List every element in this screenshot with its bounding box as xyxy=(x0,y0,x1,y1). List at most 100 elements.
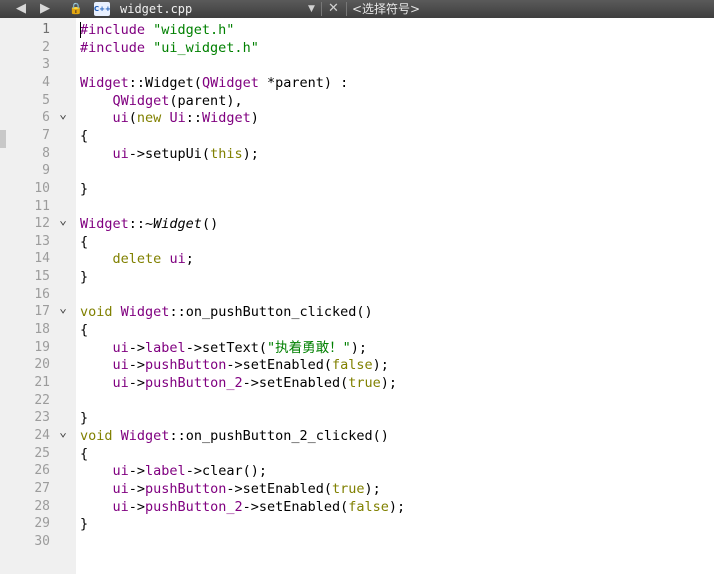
code-token: { xyxy=(80,127,89,144)
code-line[interactable]: ui(new Ui::Widget) xyxy=(80,109,259,127)
code-line[interactable]: Widget::Widget(QWidget *parent) : xyxy=(80,74,348,92)
code-line[interactable]: ui->label->setText("执着勇敢！"); xyxy=(80,339,367,357)
code-line[interactable]: ui->pushButton_2->setEnabled(false); xyxy=(80,498,406,516)
lock-icon[interactable]: 🔒 xyxy=(69,0,83,18)
code-token: ->setupUi( xyxy=(128,145,211,162)
code-token: } xyxy=(80,180,89,197)
code-line[interactable]: { xyxy=(80,321,88,339)
code-token: ->setEnabled( xyxy=(242,498,349,515)
code-line[interactable]: ui->pushButton_2->setEnabled(true); xyxy=(80,374,398,392)
code-token: pushButton_2 xyxy=(145,498,243,515)
line-number: 26 xyxy=(34,463,50,479)
code-token: new xyxy=(136,110,162,127)
code-token: false xyxy=(348,498,389,515)
line-number: 17 xyxy=(34,304,50,320)
symbol-selector[interactable]: <选择符号> xyxy=(352,0,420,18)
code-token: ); xyxy=(372,357,389,374)
code-token: ui xyxy=(169,251,186,268)
line-number: 14 xyxy=(34,251,50,267)
toolbar-divider xyxy=(321,2,322,16)
code-token: true xyxy=(348,375,381,391)
code-token: ui xyxy=(112,480,129,497)
code-line[interactable]: ui->label->clear(); xyxy=(80,462,267,480)
code-token: Widget xyxy=(153,216,202,233)
code-token: ->clear(); xyxy=(185,463,267,480)
code-token: label xyxy=(145,463,186,480)
code-token: Widget xyxy=(120,304,170,321)
code-line[interactable]: void Widget::on_pushButton_2_clicked() xyxy=(80,427,389,445)
code-token: this xyxy=(210,145,243,162)
cpp-file-icon: C++ xyxy=(94,2,111,16)
text-cursor xyxy=(80,22,81,38)
code-line[interactable]: } xyxy=(80,268,88,286)
line-number: 23 xyxy=(34,410,50,426)
line-number: 8 xyxy=(42,145,50,161)
chevron-down-icon[interactable]: ▼ xyxy=(308,0,315,18)
line-number: 22 xyxy=(34,392,50,408)
line-number: 6 xyxy=(42,110,50,126)
code-token: (parent), xyxy=(169,92,243,109)
code-line[interactable]: void Widget::on_pushButton_clicked() xyxy=(80,303,373,321)
line-number: 25 xyxy=(34,445,50,461)
code-line[interactable]: } xyxy=(80,515,88,533)
code-token: ); xyxy=(350,339,367,356)
code-line[interactable]: #include "widget.h" xyxy=(80,21,234,39)
fold-chevron-icon[interactable]: ⌄ xyxy=(57,426,69,445)
line-number: 20 xyxy=(34,357,50,373)
code-token: } xyxy=(80,410,89,427)
code-line[interactable]: } xyxy=(80,409,88,427)
code-line[interactable]: { xyxy=(80,127,88,145)
code-line[interactable]: ui->pushButton->setEnabled(false); xyxy=(80,356,389,374)
forward-arrow-icon[interactable]: ▶ xyxy=(40,0,50,18)
code-line[interactable]: { xyxy=(80,445,88,463)
code-token: -> xyxy=(128,375,146,391)
code-token: *parent) : xyxy=(258,74,349,91)
code-line[interactable]: ui->setupUi(this); xyxy=(80,145,259,163)
toolbar-divider xyxy=(346,2,347,16)
code-line[interactable]: #include "ui_widget.h" xyxy=(80,39,259,57)
line-number: 24 xyxy=(34,427,50,443)
code-token: -> xyxy=(128,463,146,480)
code-token: "ui_widget.h" xyxy=(145,39,259,56)
code-line[interactable]: Widget::~Widget() xyxy=(80,215,218,233)
code-token: -> xyxy=(128,498,146,515)
code-token: ( xyxy=(128,110,137,127)
code-token: ui xyxy=(112,339,129,356)
fold-chevron-icon[interactable]: ⌄ xyxy=(57,302,69,321)
code-line[interactable]: QWidget(parent), xyxy=(80,92,243,110)
code-line[interactable]: ui->pushButton->setEnabled(true); xyxy=(80,480,381,498)
file-name-selector[interactable]: widget.cpp xyxy=(120,0,192,18)
code-token: label xyxy=(145,339,186,356)
line-number: 13 xyxy=(34,233,50,249)
close-icon[interactable]: ✕ xyxy=(328,0,339,18)
line-number: 10 xyxy=(34,180,50,196)
code-token: } xyxy=(80,516,89,533)
code-token: { xyxy=(80,322,89,339)
code-line[interactable]: } xyxy=(80,180,88,198)
code-token: ui xyxy=(112,110,129,127)
code-token: QWidget xyxy=(201,74,259,91)
code-token: QWidget xyxy=(112,92,170,109)
fold-chevron-icon[interactable]: ⌄ xyxy=(57,214,69,233)
code-token: Widget xyxy=(80,216,129,233)
line-number: 5 xyxy=(42,92,50,108)
fold-chevron-icon[interactable]: ⌄ xyxy=(57,108,69,127)
code-token: void xyxy=(80,427,113,444)
code-line[interactable]: delete ui; xyxy=(80,250,194,268)
code-token: pushButton xyxy=(145,480,227,497)
code-token: ui xyxy=(112,498,129,515)
code-line[interactable]: { xyxy=(80,233,88,251)
back-arrow-icon[interactable]: ◀ xyxy=(16,0,26,18)
line-number: 30 xyxy=(34,533,50,549)
code-token: Widget xyxy=(120,427,170,444)
